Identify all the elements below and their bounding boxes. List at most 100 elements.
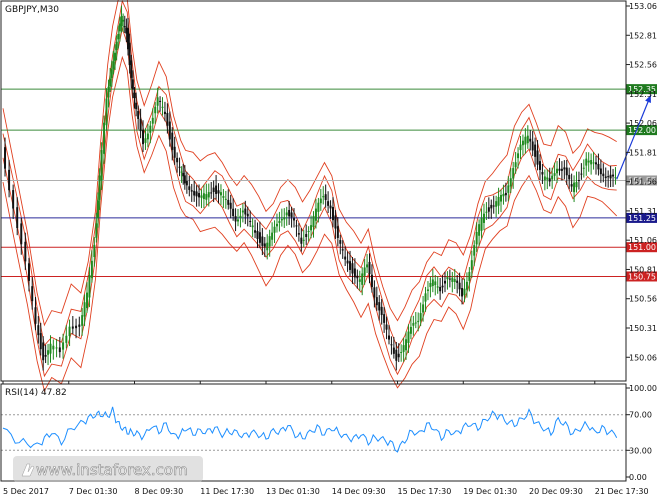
price-tick-label: 151.81 — [629, 148, 657, 157]
candle-body — [86, 292, 89, 309]
candle-body — [83, 302, 86, 317]
candle-body — [439, 286, 442, 292]
candle-body — [473, 245, 476, 256]
candle-body — [254, 230, 257, 233]
candle-body — [597, 163, 600, 170]
candle-body — [480, 218, 483, 231]
candle-body — [317, 202, 320, 212]
candle-body — [202, 193, 205, 200]
candle-body — [62, 342, 65, 350]
candle-body — [130, 60, 133, 78]
time-tick-label: 11 Dec 17:30 — [200, 487, 254, 496]
candle-body — [609, 174, 612, 179]
candle-body — [319, 198, 322, 204]
candle-body — [58, 347, 61, 353]
candle-body — [417, 320, 420, 323]
candle-body — [612, 174, 615, 177]
candle-body — [268, 236, 271, 247]
candle-body — [123, 26, 126, 28]
candle-body — [465, 281, 468, 290]
candle-body — [395, 349, 398, 361]
candle-body — [68, 326, 71, 337]
candle-body — [241, 210, 244, 213]
candle-body — [590, 160, 593, 165]
candle-body — [451, 277, 454, 282]
candle-body — [500, 194, 503, 202]
price-tick-label: 153.06 — [629, 2, 657, 11]
candle-body — [390, 344, 393, 346]
candle-body — [329, 205, 332, 209]
candle-body — [78, 324, 81, 327]
price-tick-label: 151.06 — [629, 236, 657, 245]
candle-body — [8, 169, 11, 191]
watermark: www.instaforex.com — [13, 456, 203, 482]
candle-body — [137, 111, 140, 119]
price-tick-label: 150.81 — [629, 265, 657, 274]
candle-body — [146, 133, 149, 140]
candle-body — [151, 117, 154, 124]
candle-body — [497, 196, 500, 206]
candle-body — [478, 224, 481, 236]
candle-body — [517, 153, 520, 159]
candle-body — [215, 185, 218, 194]
candle-body — [568, 174, 571, 180]
price-tick-label: 150.56 — [629, 295, 657, 304]
candle-body — [592, 162, 595, 164]
candle-body — [159, 100, 162, 102]
candle-body — [200, 195, 203, 198]
candle-body — [531, 141, 534, 151]
candle-body — [412, 323, 415, 326]
candle-body — [273, 226, 276, 233]
time-tick-label: 5 Dec 2017 — [3, 487, 49, 496]
candle-body — [263, 243, 266, 247]
candle-body — [444, 280, 447, 284]
candle-body — [93, 244, 96, 257]
candle-body — [227, 199, 230, 205]
candle-body — [288, 210, 291, 217]
candle-body — [133, 92, 136, 99]
candle-body — [190, 190, 193, 192]
candle-body — [188, 186, 191, 190]
candle-body — [261, 236, 264, 246]
price-tick-label: 150.31 — [629, 324, 657, 333]
candle-body — [154, 106, 157, 114]
candle-body — [585, 158, 588, 166]
candle-body — [39, 333, 42, 350]
candle-body — [490, 204, 493, 209]
candle-body — [207, 192, 210, 198]
candle-body — [12, 190, 15, 209]
candle-body — [302, 239, 305, 241]
candle-body — [334, 215, 337, 229]
candle-body — [105, 98, 108, 126]
candle-body — [90, 260, 93, 278]
candle-body — [331, 207, 334, 221]
candle-body — [556, 168, 559, 174]
candle-body — [458, 282, 461, 290]
candle-body — [373, 287, 376, 298]
candle-body — [166, 112, 169, 126]
candle-body — [293, 218, 296, 221]
candle-body — [392, 347, 395, 354]
candle-body — [161, 106, 164, 108]
candle-body — [448, 278, 451, 280]
candle-body — [114, 52, 117, 61]
candle-body — [237, 219, 240, 222]
candle-body — [400, 352, 403, 354]
candle-body — [339, 240, 342, 244]
price-tick-label: 151.56 — [629, 178, 657, 187]
candle-body — [434, 281, 437, 286]
candle-body — [229, 202, 232, 209]
candle-body — [431, 279, 434, 286]
candle-body — [4, 147, 7, 169]
candle-body — [115, 41, 118, 51]
candle-body — [305, 234, 308, 237]
candle-body — [98, 175, 101, 200]
price-tick-label: 150.06 — [629, 353, 657, 362]
candle-body — [422, 304, 425, 313]
candle-body — [222, 196, 225, 198]
chart-canvas: 152.35152.00151.57151.25151.00150.75 153… — [0, 0, 664, 498]
candle-body — [604, 176, 607, 179]
candle-body — [44, 354, 47, 357]
candle-body — [446, 276, 449, 280]
candle-body — [378, 302, 381, 311]
